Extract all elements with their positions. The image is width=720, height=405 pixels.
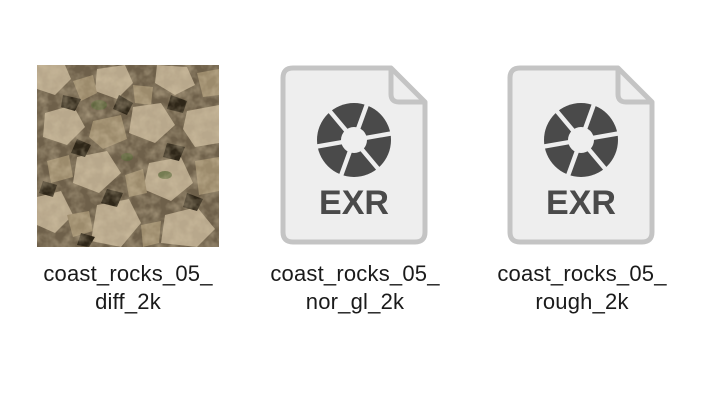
file-name-line1: coast_rocks_05_ <box>43 261 213 286</box>
file-name-line2: diff_2k <box>95 289 161 314</box>
thumbnail-wrapper: EXR <box>482 62 682 248</box>
file-explorer-pane: coast_rocks_05_ diff_2k EXR coast_rocks_… <box>0 0 720 405</box>
file-name-line1: coast_rocks_05_ <box>270 261 440 286</box>
file-name-line1: coast_rocks_05_ <box>497 261 667 286</box>
file-name-line2: nor_gl_2k <box>305 289 405 314</box>
thumbnail-wrapper <box>28 62 228 248</box>
image-thumbnail-icon <box>37 65 219 247</box>
file-name-line2: rough_2k <box>535 289 629 314</box>
exr-file-icon: EXR <box>507 65 655 245</box>
exr-badge: EXR <box>546 184 616 222</box>
file-name-label: coast_rocks_05_ diff_2k <box>28 260 228 316</box>
file-name-label: coast_rocks_05_ rough_2k <box>482 260 682 316</box>
file-item-rough[interactable]: EXR coast_rocks_05_ rough_2k <box>482 62 682 316</box>
file-item-nor-gl[interactable]: EXR coast_rocks_05_ nor_gl_2k <box>255 62 455 316</box>
file-item-diff[interactable]: coast_rocks_05_ diff_2k <box>28 62 228 316</box>
file-name-label: coast_rocks_05_ nor_gl_2k <box>255 260 455 316</box>
thumbnail-wrapper: EXR <box>255 62 455 248</box>
exr-badge: EXR <box>319 184 389 222</box>
exr-file-icon: EXR <box>280 65 428 245</box>
